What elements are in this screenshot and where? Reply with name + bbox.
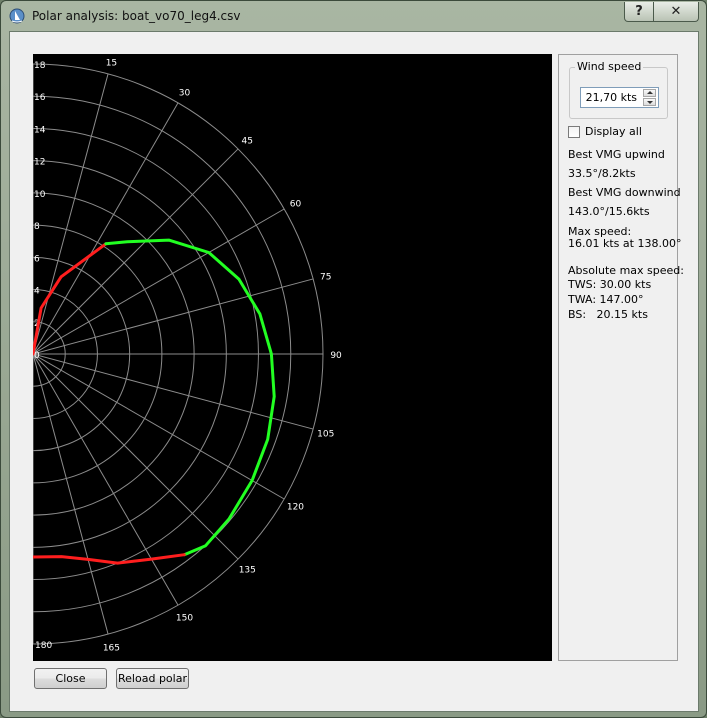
display-all-checkbox[interactable] [568, 126, 580, 138]
close-button[interactable]: Close [34, 668, 107, 689]
angle-tick-label: 180 [35, 641, 52, 651]
wind-speed-value: 21,70 kts [585, 91, 637, 104]
radial-tick-label: 8 [34, 222, 40, 232]
angle-tick-label: 30 [179, 89, 191, 99]
radial-tick-label: 4 [34, 287, 40, 297]
reload-polar-button[interactable]: Reload polar [116, 668, 189, 689]
grid-spoke [33, 353, 239, 560]
polar-analysis-window: Polar analysis: boat_vo70_leg4.csv ? ✕ 1… [0, 0, 707, 718]
abs-max-twa: TWA: 147.00° [568, 293, 644, 306]
polar-series-line [33, 553, 186, 565]
radial-tick-label: 10 [34, 190, 46, 200]
grid-spoke [33, 278, 314, 355]
angle-tick-label: 60 [290, 199, 302, 209]
spin-buttons [643, 89, 657, 106]
angle-tick-label: 90 [330, 351, 342, 361]
polar-series-line [104, 238, 276, 557]
vmg-downwind-label: Best VMG downwind [568, 186, 681, 199]
radial-tick-label: 0 [34, 351, 40, 361]
spin-up-arrow-icon[interactable] [643, 89, 656, 97]
wind-speed-spinbox[interactable]: 21,70 kts [580, 87, 659, 108]
app-icon [9, 8, 25, 24]
vmg-upwind-label: Best VMG upwind [568, 148, 665, 161]
vmg-downwind-value: 143.0°/15.6kts [568, 205, 650, 218]
info-panel: Wind speed 21,70 kts Display all Best VM… [558, 54, 684, 661]
radial-tick-label: 16 [34, 93, 46, 103]
help-button[interactable]: ? [624, 2, 654, 22]
angle-tick-label: 165 [103, 644, 120, 654]
window-close-button[interactable]: ✕ [653, 2, 699, 22]
angle-tick-label: 15 [106, 58, 117, 68]
grid-spoke [33, 73, 109, 355]
wind-speed-title: Wind speed [575, 60, 644, 73]
angle-tick-label: 150 [176, 613, 193, 623]
grid-spoke [33, 353, 109, 635]
angle-tick-label: 75 [320, 273, 331, 283]
abs-max-speed-label: Absolute max speed: [568, 264, 684, 277]
angle-tick-label: 120 [287, 503, 304, 513]
angle-tick-label: 135 [239, 565, 256, 575]
wind-speed-group: Wind speed 21,70 kts [569, 60, 668, 119]
radial-tick-label: 6 [34, 254, 40, 264]
window-title: Polar analysis: boat_vo70_leg4.csv [32, 9, 241, 23]
polar-plot: 15 30 45 60 75 90 105 120 135 150 165 180 0 2 4 6 8 10 12 1… [33, 54, 552, 661]
vmg-upwind-value: 33.5°/8.2kts [568, 167, 636, 180]
angle-tick-label: 45 [242, 137, 253, 147]
radial-tick-label: 18 [34, 61, 46, 71]
abs-max-tws: TWS: 30.00 kts [568, 278, 652, 291]
polar-chart: 1530456075901051201351501651800246810121… [33, 58, 342, 654]
display-all-label: Display all [585, 125, 642, 138]
radial-tick-label: 12 [34, 158, 45, 168]
spin-down-arrow-icon[interactable] [643, 98, 656, 106]
radial-tick-label: 14 [34, 125, 46, 135]
title-bar[interactable]: Polar analysis: boat_vo70_leg4.csv ? ✕ [1, 1, 706, 31]
abs-max-bs: BS: 20.15 kts [568, 308, 648, 321]
angle-tick-label: 105 [317, 429, 334, 439]
dialog-client-area: 15 30 45 60 75 90 105 120 135 150 165 180 0 2 4 6 8 10 12 1… [9, 31, 699, 712]
max-speed-value: 16.01 kts at 138.00° [568, 237, 682, 250]
